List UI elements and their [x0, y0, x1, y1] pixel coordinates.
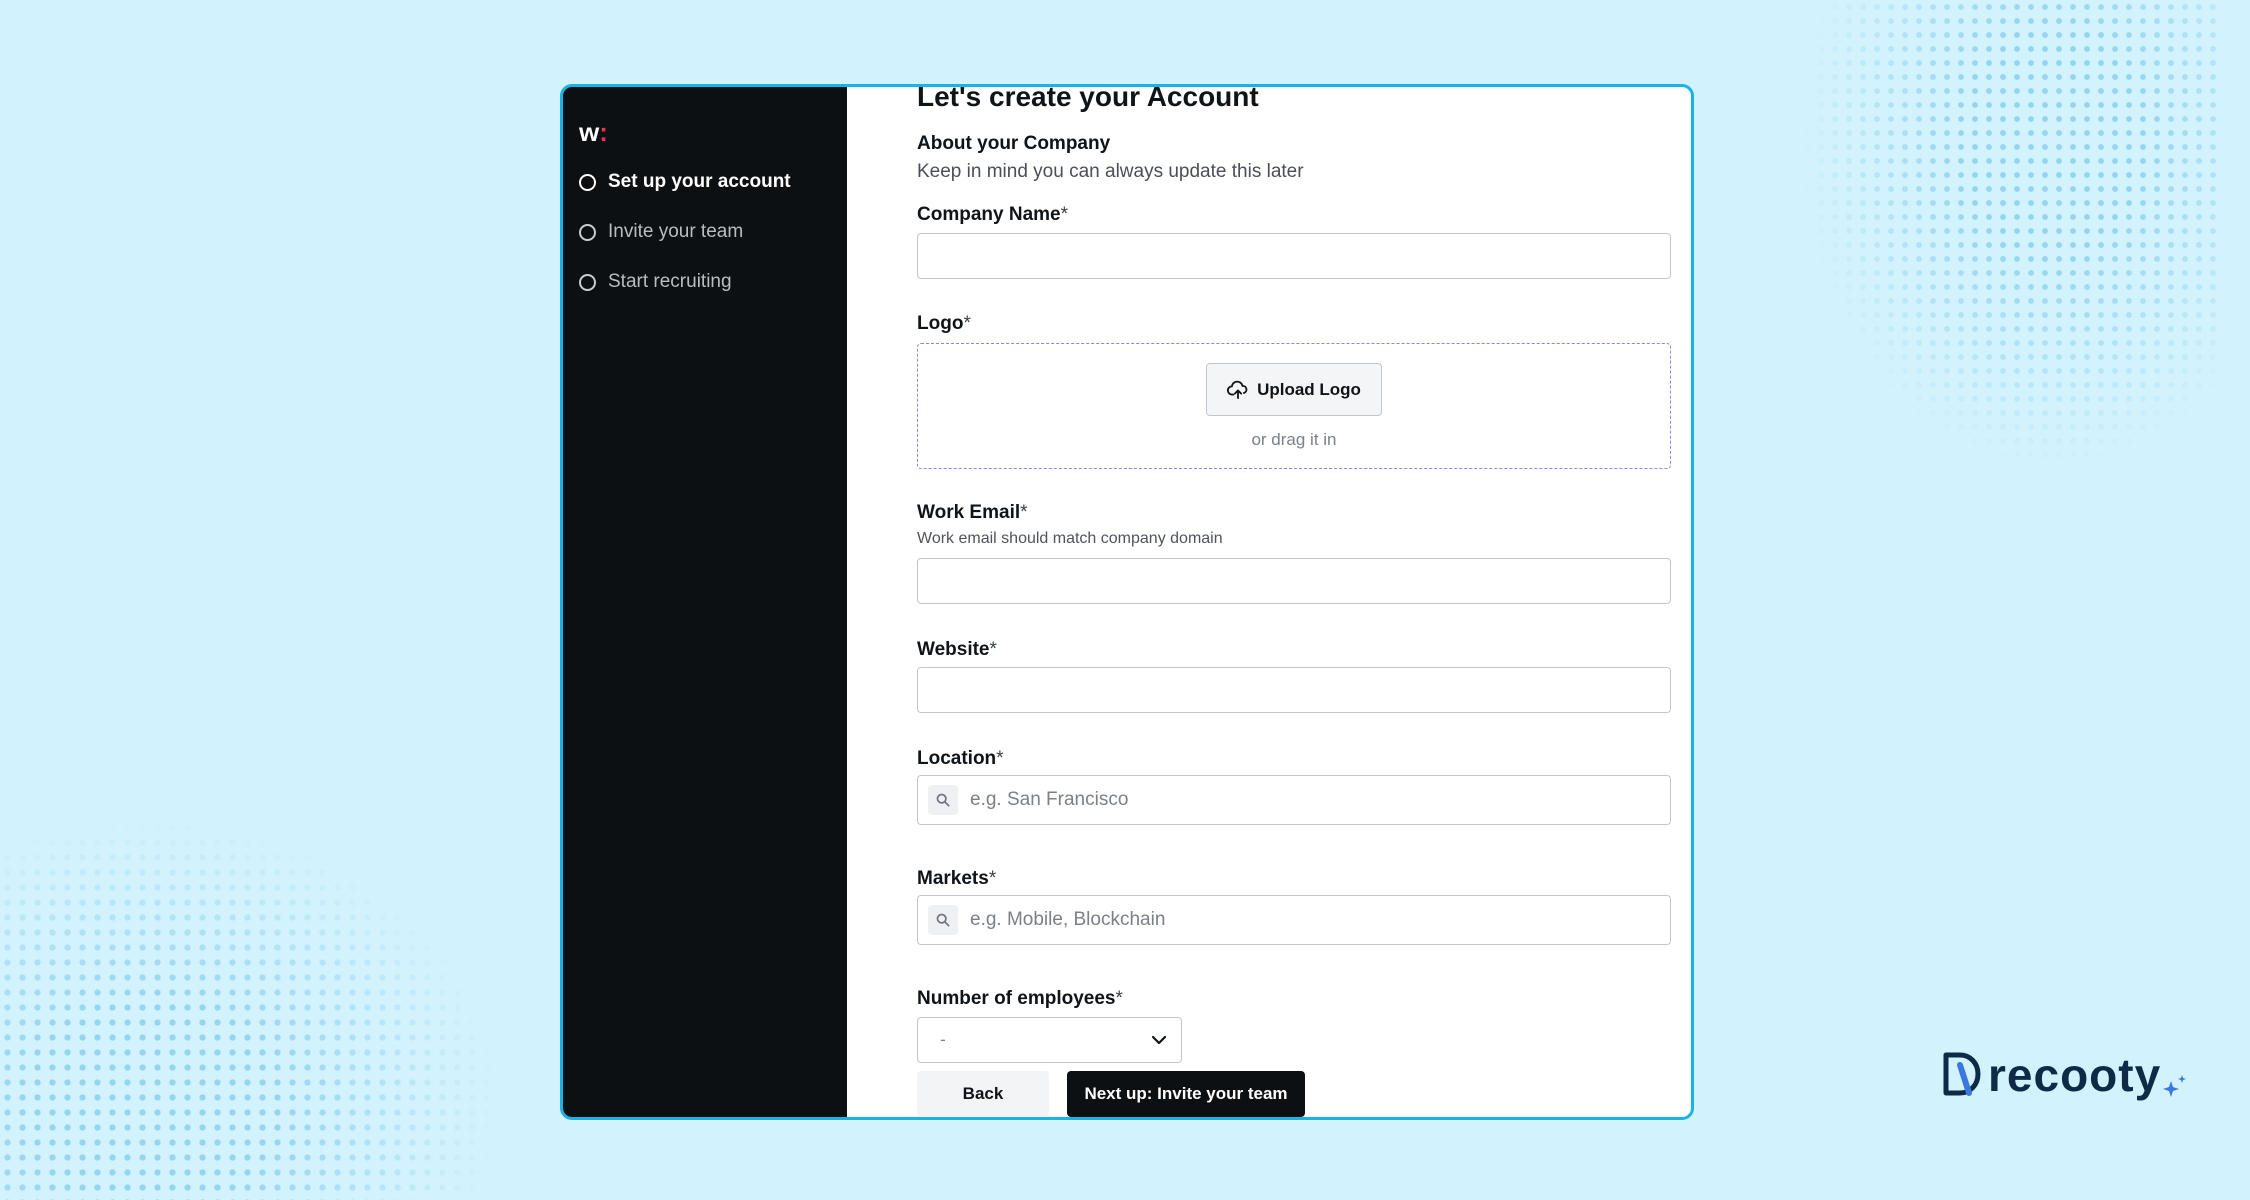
work-email-helper: Work email should match company domain — [917, 530, 1223, 547]
brand-logo: recooty — [1940, 1048, 2189, 1102]
markets-search-input[interactable]: e.g. Mobile, Blockchain — [917, 895, 1671, 945]
step-label: Start recruiting — [608, 271, 732, 292]
step-invite-team[interactable]: Invite your team — [579, 221, 743, 243]
upload-cloud-icon — [1227, 380, 1248, 399]
location-search-input[interactable]: e.g. San Francisco — [917, 775, 1671, 825]
step-circle-icon — [579, 223, 596, 241]
location-label: Location* — [917, 748, 1004, 769]
brand-name: recooty — [1988, 1049, 2162, 1101]
markets-placeholder: e.g. Mobile, Blockchain — [970, 909, 1166, 930]
drag-hint: or drag it in — [1251, 430, 1337, 449]
chevron-down-icon — [1151, 1035, 1167, 1045]
decorative-dots-bottom-left — [0, 820, 500, 1200]
section-title: About your Company — [917, 133, 1111, 154]
decorative-dots-top-right — [1800, 0, 2220, 470]
app-logo: w: — [579, 117, 608, 147]
markets-label: Markets* — [917, 868, 997, 889]
website-label: Website* — [917, 639, 997, 660]
employees-selected-value: - — [940, 1030, 946, 1049]
work-email-label: Work Email* — [917, 502, 1028, 523]
website-input[interactable] — [917, 667, 1671, 713]
work-email-input[interactable] — [917, 558, 1671, 604]
employees-label: Number of employees* — [917, 988, 1123, 1009]
logo-dropzone[interactable]: Upload Logo or drag it in — [917, 343, 1671, 469]
app-window: w: Set up your account Invite your team … — [560, 84, 1694, 1120]
sidebar: w: Set up your account Invite your team … — [563, 87, 847, 1117]
step-label: Invite your team — [608, 221, 744, 242]
employees-select[interactable]: - — [917, 1017, 1182, 1063]
step-circle-icon — [579, 273, 596, 291]
step-set-up-account[interactable]: Set up your account — [579, 171, 791, 193]
company-name-label: Company Name* — [917, 204, 1069, 225]
page-title: Let's create your Account — [917, 84, 1259, 112]
sparkle-icon — [2163, 1075, 2187, 1097]
search-icon — [928, 905, 958, 935]
logo-label: Logo* — [917, 313, 971, 334]
upload-logo-button[interactable]: Upload Logo — [1206, 363, 1382, 416]
next-button[interactable]: Next up: Invite your team — [1067, 1071, 1305, 1117]
section-subtitle: Keep in mind you can always update this … — [917, 161, 1304, 182]
step-start-recruiting[interactable]: Start recruiting — [579, 271, 732, 293]
step-label: Set up your account — [608, 171, 791, 192]
location-placeholder: e.g. San Francisco — [970, 789, 1129, 810]
account-form: Let's create your Account About your Com… — [917, 87, 1677, 1117]
step-circle-icon — [579, 173, 596, 191]
search-icon — [928, 785, 958, 815]
company-name-input[interactable] — [917, 233, 1671, 279]
recooty-logo-icon — [1943, 1052, 1981, 1096]
back-button[interactable]: Back — [917, 1071, 1049, 1117]
